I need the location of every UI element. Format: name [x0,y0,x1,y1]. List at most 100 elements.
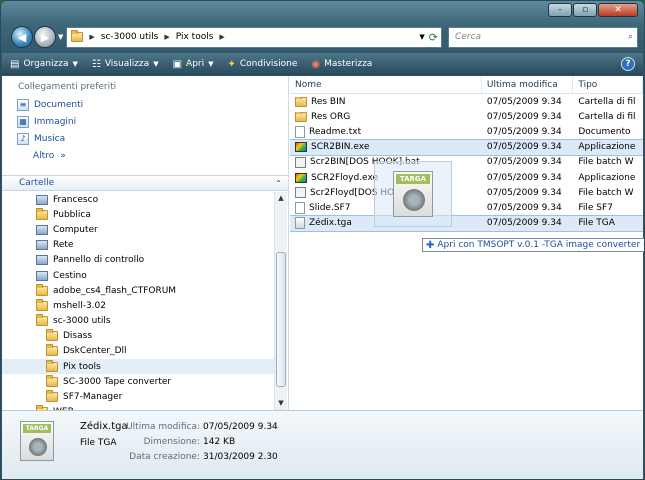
refresh-icon[interactable]: ⟳ [429,31,438,44]
help-icon[interactable]: ? [621,57,635,71]
tree-item[interactable]: Cestino [2,268,274,283]
file-modified: 07/05/2009 9.34 [486,172,562,183]
file-row[interactable]: Res BIN 07/05/2009 9.34 Cartella di fil [290,94,643,109]
forward-button[interactable]: ▶ [34,26,56,48]
details-value: 31/03/2009 2.30 [203,452,278,462]
tree-item[interactable]: sc-3000 utils [2,314,274,329]
tree-item-label: Computer [53,224,98,235]
chevron-down-icon: ▼ [208,60,214,68]
favorite-documents[interactable]: ≡ Documenti [2,96,288,113]
file-row[interactable]: Zédix.tga 07/05/2009 9.34 File TGA [290,214,643,232]
column-header-type[interactable]: Tipo [573,76,643,93]
open-icon: ▣ [172,58,183,70]
plus-icon: ✚ [426,239,435,251]
scroll-down-icon[interactable]: ▼ [275,397,287,410]
folder-icon [36,298,48,311]
views-button[interactable]: ☷ Visualizza ▼ [92,59,159,70]
tga-label: TARGA [23,424,51,433]
tree-item[interactable]: adobe_cs4_flash_CTFORUM [2,283,274,298]
folder-icon [46,359,58,372]
chevron-right-icon[interactable]: ▶ [89,33,94,41]
maximize-button[interactable]: ▫ [573,3,597,17]
tree-item[interactable]: Pix tools [2,359,274,375]
share-button[interactable]: ✦ Condivisione [228,59,298,70]
tree-item-label: SF7-Manager [63,392,123,403]
tree-item[interactable]: Francesco [2,192,274,207]
file-rows: Res BIN 07/05/2009 9.34 Cartella di fil Res… [290,94,643,232]
address-bar[interactable]: ▶ sc-3000 utils ▶ Pix tools ▶ ▼ ⟳ [66,26,442,48]
organize-button[interactable]: ▤ Organizza ▼ [10,59,78,70]
tree-item[interactable]: DskCenter_Dll [2,344,274,359]
views-label: Visualizza [104,59,150,69]
burn-icon: ◉ [311,58,321,70]
tree-item[interactable]: SC-3000 Tape converter [2,374,274,389]
folders-header[interactable]: Cartelle ⌃ [2,175,288,191]
details-file-type: File TGA [80,438,117,448]
history-dropdown-icon[interactable]: ▼ [58,33,63,41]
explorer-window: – ▫ ✕ ◀ ▶ ▼ ▶ sc-3000 utils ▶ Pix tools … [0,0,645,480]
chevron-up-icon[interactable]: ⌃ [275,179,282,188]
favorite-label: Musica [34,133,66,144]
details-key: Ultima modifica: [126,422,200,432]
tree-item-label: mshell-3.02 [53,300,106,311]
batch-file-icon [295,156,306,168]
column-header-modified[interactable]: Ultima modifica [482,76,574,93]
file-name-cell: Res BIN [290,96,482,107]
tree-item[interactable]: Pubblica [2,207,274,222]
file-row[interactable]: Scr2Floyd[DOS HOOK].bat 07/05/2009 9.34 Fi… [290,185,643,200]
tree-item[interactable]: mshell-3.02 [2,298,274,313]
burn-button[interactable]: ◉ Masterizza [311,59,372,70]
minimize-button[interactable]: – [548,3,572,17]
application-icon [295,172,307,183]
tree-scrollbar[interactable]: ▲ ▼ [274,192,287,410]
tree-item[interactable]: SF7-Manager [2,389,274,404]
file-name-cell: SCR2BIN.exe [290,142,482,153]
search-input[interactable]: Cerca ⌕ [448,26,638,48]
file-row[interactable]: Res ORG 07/05/2009 9.34 Cartella di fil [290,109,643,124]
scroll-thumb[interactable] [276,252,286,387]
favorite-pictures[interactable]: ▦ Immagini [2,113,288,130]
file-name: Readme.txt [309,126,362,137]
file-row[interactable]: Slide.SF7 07/05/2009 9.34 File SF7 [290,200,643,215]
share-icon: ✦ [227,58,236,70]
breadcrumb-pix-tools[interactable]: Pix tools [176,32,214,42]
address-dropdown-icon[interactable]: ▼ [419,33,424,41]
back-button[interactable]: ◀ [11,26,33,48]
burn-label: Masterizza [324,59,373,69]
breadcrumb-sc3000-utils[interactable]: sc-3000 utils [101,32,159,42]
system-folder-icon [36,255,48,266]
column-header-name[interactable]: Nome [290,76,482,93]
file-name-cell: Res ORG [290,111,482,122]
views-icon: ☷ [91,58,101,70]
search-icon[interactable]: ⌕ [628,32,633,42]
file-row[interactable]: SCR2Floyd.exe 07/05/2009 9.34 Applicazione [290,170,643,185]
chevron-right-icon[interactable]: ▶ [164,33,169,41]
tree-item-label: sc-3000 utils [53,316,111,327]
tree-item[interactable]: Computer [2,222,274,237]
document-icon [295,125,305,138]
folder-tree: Francesco Pubblica Computer Rete Pannello di… [2,192,274,410]
navigation-pane: Collegamenti preferiti ≡ Documenti ▦ Imm… [2,76,289,410]
folder-icon [36,207,48,220]
tree-item[interactable]: Rete [2,238,274,253]
file-row[interactable]: SCR2BIN.exe 07/05/2009 9.34 Applicazione [290,138,643,156]
folder-icon [36,283,48,296]
file-type: File batch W [578,157,634,168]
organize-icon: ▤ [10,58,20,70]
share-label: Condivisione [239,59,298,69]
close-button[interactable]: ✕ [598,3,638,17]
tree-item[interactable]: Disass [2,329,274,344]
file-row[interactable]: Readme.txt 07/05/2009 9.34 Documento [290,124,643,139]
system-folder-icon [36,194,48,205]
favorite-music[interactable]: ♪ Musica [2,130,288,147]
more-link[interactable]: Altro » [2,147,288,164]
tree-item[interactable]: Pannello di controllo [2,253,274,268]
folder-icon [46,390,58,403]
open-button[interactable]: ▣ Apri ▼ [173,59,214,70]
chevron-right-icon[interactable]: ▶ [219,33,224,41]
tree-item-label: Rete [53,240,74,251]
file-row[interactable]: Scr2BIN[DOS HOOK].bat 07/05/2009 9.34 File… [290,155,643,170]
document-icon [295,201,305,214]
scroll-up-icon[interactable]: ▲ [275,192,287,205]
folder-icon [46,329,58,342]
